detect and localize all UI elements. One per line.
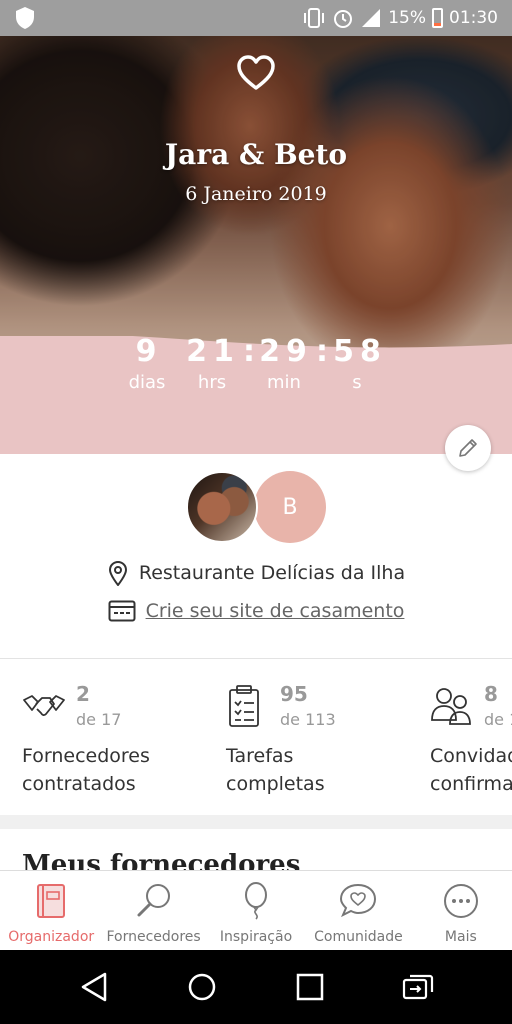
countdown-hours: 21 (186, 334, 240, 369)
countdown-days-label: dias (128, 372, 166, 393)
venue-name: Restaurante Delícias da Ilha (138, 562, 406, 584)
switch-app-icon (402, 974, 434, 1000)
countdown-seconds: 58 (333, 334, 387, 369)
nav-label: Inspiração (219, 929, 293, 945)
magnifier-icon (137, 884, 170, 917)
venue-row[interactable]: Restaurante Delícias da Ilha (0, 560, 512, 586)
edit-button[interactable] (445, 425, 491, 471)
vendors-count: 2 (76, 682, 90, 706)
bottom-navigation: Organizador Fornecedores Inspiração Comu… (0, 870, 512, 950)
stat-tasks[interactable]: 95 de 113 Tarefas completas (226, 680, 436, 810)
countdown-minutes: 29 (259, 334, 313, 369)
pencil-icon (459, 439, 477, 457)
guests-total: de 1 (484, 710, 512, 729)
vibrate-icon (304, 8, 325, 28)
guests-count: 8 (484, 682, 498, 706)
stat-guests[interactable]: 8 de 1 Convidados confirmados (430, 680, 512, 810)
couple-avatar[interactable] (186, 471, 258, 543)
countdown: 9 dias 21 hrs : 29 min : 58 s (0, 334, 512, 414)
nav-comunidade[interactable]: Comunidade (307, 871, 409, 950)
home-button[interactable] (182, 967, 222, 1007)
alarm-icon (334, 10, 353, 28)
section-gap (0, 815, 512, 829)
system-navigation-bar (0, 950, 512, 1024)
battery-percent: 15% (388, 8, 426, 28)
countdown-hours-label: hrs (197, 372, 227, 393)
couple-name: Jara & Beto (164, 138, 348, 171)
nav-inspiracao[interactable]: Inspiração (205, 871, 307, 950)
more-icon (443, 884, 478, 918)
guests-label: Convidados confirmados (430, 745, 512, 795)
balloon-icon (245, 882, 268, 920)
handshake-icon (23, 695, 65, 716)
nav-organizador[interactable]: Organizador (0, 871, 102, 950)
vendors-total: de 17 (76, 710, 122, 729)
nav-mais[interactable]: Mais (410, 871, 512, 950)
back-button[interactable] (74, 967, 114, 1007)
clock: 01:30 (449, 8, 498, 28)
signal-icon (362, 9, 381, 27)
app-screen: 15% 01:30 Jara & Beto 6 Janeiro 2019 9 d… (0, 0, 512, 1024)
clipboard-icon (229, 685, 259, 727)
status-bar: 15% 01:30 (0, 0, 512, 36)
countdown-separator: : (243, 334, 255, 369)
notebook-icon (37, 884, 66, 918)
guests-icon (431, 688, 471, 725)
nav-label: Fornecedores (106, 929, 201, 945)
countdown-days: 9 (135, 334, 163, 369)
recents-square-icon (296, 973, 324, 1001)
home-circle-icon (188, 973, 216, 1001)
nav-label: Comunidade (314, 929, 403, 945)
create-website-link[interactable]: Crie seu site de casamento (146, 600, 405, 622)
tasks-label: Tarefas completas (226, 745, 325, 795)
shield-icon (16, 7, 34, 29)
website-row[interactable]: Crie seu site de casamento (0, 600, 512, 622)
tasks-count: 95 (280, 682, 308, 706)
partner-avatar[interactable]: B (254, 471, 326, 543)
tasks-total: de 113 (280, 710, 336, 729)
nav-fornecedores[interactable]: Fornecedores (102, 871, 204, 950)
countdown-minutes-label: min (267, 372, 301, 393)
recents-button[interactable] (290, 967, 330, 1007)
nav-label: Organizador (8, 929, 95, 945)
stat-vendors[interactable]: 2 de 17 Fornecedores contratados (22, 680, 232, 810)
battery-icon (432, 8, 443, 28)
divider (0, 658, 512, 659)
countdown-seconds-label: s (352, 372, 362, 393)
heart-icon (237, 55, 275, 90)
wedding-date: 6 Janeiro 2019 (185, 183, 327, 205)
location-pin-icon (108, 560, 127, 586)
back-triangle-icon (81, 972, 107, 1002)
countdown-separator: : (316, 334, 328, 369)
vendors-label: Fornecedores contratados (22, 745, 150, 795)
switch-app-button[interactable] (398, 967, 438, 1007)
chat-heart-icon (340, 883, 377, 918)
website-card-icon (108, 600, 136, 622)
nav-label: Mais (444, 929, 477, 945)
